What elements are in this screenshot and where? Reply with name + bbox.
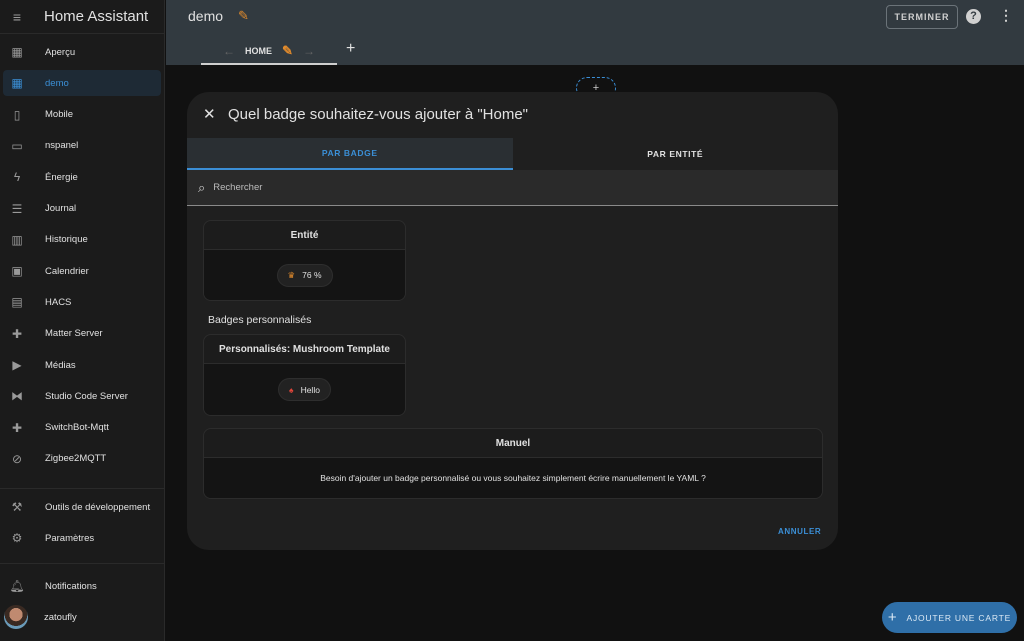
sidebar-item-label: Studio Code Server (45, 390, 128, 402)
hammer-icon: ⚒ (11, 500, 23, 514)
dashboard-title: demo (188, 8, 224, 24)
sidebar-item-label: HACS (45, 296, 72, 308)
search-bar: ⌕ (187, 170, 838, 206)
sidebar-item-label: Outils de développement (45, 501, 151, 513)
view-tab-home[interactable]: ← HOME ✎ → (201, 38, 337, 65)
move-right-arrow-icon[interactable]: → (303, 44, 315, 58)
card-title: Personnalisés: Mushroom Template (204, 335, 405, 364)
tab-by-badge[interactable]: PAR BADGE (187, 138, 513, 170)
sidebar-divider (0, 488, 165, 489)
sidebar-item-label: zatoufly (44, 611, 77, 623)
sidebar-item-label: Notifications (45, 580, 97, 592)
sidebar-item-aper-u[interactable]: ▦ Aperçu (3, 39, 161, 65)
search-icon: ⌕ (198, 179, 206, 195)
sidebar-item-label: Médias (45, 359, 76, 371)
view-dashboard-icon: ▦ (11, 76, 23, 91)
sidebar-item-outils-de-d-veloppement[interactable]: ⚒ Outils de développement (3, 494, 161, 520)
close-icon[interactable]: ✕ (203, 105, 216, 123)
sidebar-item-calendrier[interactable]: ▣ Calendrier (3, 258, 161, 284)
sidebar-item-notifications[interactable]: 🔔︎ Notifications (3, 573, 161, 599)
sidebar-item-hacs[interactable]: ▤ HACS (3, 289, 161, 315)
badge-preview: ♠ Hello (278, 378, 331, 401)
cellphone-icon: ▯ (13, 107, 21, 122)
sidebar-item-label: Historique (45, 234, 88, 246)
move-left-arrow-icon[interactable]: ← (223, 44, 235, 58)
puzzle-icon: ✚ (11, 326, 23, 341)
sidebar-item-m-dias[interactable]: ▶ Médias (3, 352, 161, 378)
vscode-icon: ⧓ (11, 389, 23, 404)
add-view-plus-icon[interactable]: + (346, 40, 355, 58)
sidebar-item-label: Zigbee2MQTT (45, 453, 107, 465)
sidebar-item-label: demo (45, 77, 69, 89)
sidebar-item-mobile[interactable]: ▯ Mobile (3, 102, 161, 128)
add-badge-dialog: ✕ Quel badge souhaitez-vous ajouter à "H… (187, 92, 838, 550)
sidebar-item-label: nspanel (45, 140, 79, 152)
sidebar-item-historique[interactable]: ▥ Historique (3, 227, 161, 253)
entity-badge-card[interactable]: Entité ♛ 76 % (203, 220, 406, 301)
dialog-title: Quel badge souhaitez-vous ajouter à "Hom… (228, 106, 528, 123)
add-card-label: AJOUTER UNE CARTE (906, 612, 1012, 623)
sidebar-item-matter-server[interactable]: ✚ Matter Server (3, 321, 161, 347)
header: demo ✎ ← HOME ✎ → + TERMINER ? ⋮ (166, 0, 1024, 65)
sidebar-item-nspanel[interactable]: ▭ nspanel (3, 133, 161, 159)
compass-icon: ⊘ (11, 451, 23, 466)
cancel-button[interactable]: ANNULER (778, 527, 821, 536)
lightbulb-group-icon: ♛ (287, 269, 296, 280)
section-title: Badges personnalisés (208, 314, 312, 326)
puzzle-icon: ✚ (11, 420, 23, 435)
plus-icon: + (887, 609, 898, 626)
sidebar-item-zigbee2mqtt[interactable]: ⊘ Zigbee2MQTT (3, 446, 161, 472)
sidebar-item-label: Matter Server (45, 328, 103, 340)
cog-icon: ⚙ (11, 531, 23, 546)
play-box-icon: ▶ (12, 358, 22, 372)
sidebar-item-switchbot-mqtt[interactable]: ✚ SwitchBot-Mqtt (3, 415, 161, 441)
sidebar-item-param-tres[interactable]: ⚙ Paramètres (3, 525, 161, 551)
manual-description: Besoin d'ajouter un badge personnalisé o… (320, 473, 706, 483)
sidebar-item-studio-code-server[interactable]: ⧓ Studio Code Server (3, 383, 161, 409)
badge-value: Hello (300, 384, 320, 395)
mushroom-icon: ♠ (289, 384, 294, 395)
badge-value: 76 % (302, 270, 322, 280)
sidebar-item-demo[interactable]: ▦ demo (3, 70, 161, 97)
sidebar-item-label: Paramètres (45, 532, 95, 544)
done-button[interactable]: TERMINER (886, 5, 958, 29)
dialog-tabs: PAR BADGE PAR ENTITÉ (187, 138, 838, 170)
app-title: Home Assistant (44, 8, 149, 25)
sidebar-divider (0, 563, 165, 564)
tab-by-entity[interactable]: PAR ENTITÉ (513, 138, 839, 170)
bell-icon: 🔔︎ (9, 579, 25, 593)
sidebar: ≡ Home Assistant ▦ Aperçu ▦ demo ▯ Mobile ▭ nsp… (0, 0, 165, 641)
sidebar-item-label: Journal (45, 203, 77, 214)
card-title: Entité (204, 221, 405, 250)
add-card-button[interactable]: + AJOUTER UNE CARTE (882, 602, 1017, 633)
calendar-icon: ▣ (11, 264, 23, 279)
sidebar-item-label: Mobile (45, 109, 73, 121)
lightning-icon: ϟ (13, 170, 21, 185)
tablet-icon: ▭ (11, 138, 23, 153)
view-dashboard-icon: ▦ (11, 45, 23, 59)
view-tab-label: HOME (245, 45, 273, 56)
avatar (4, 605, 28, 629)
help-icon[interactable]: ? (966, 9, 981, 24)
hacs-icon: ▤ (11, 295, 23, 310)
sidebar-header: ≡ Home Assistant (0, 0, 164, 34)
chart-box-icon: ▥ (11, 232, 23, 247)
list-icon: ☰ (11, 201, 23, 216)
more-vert-icon[interactable]: ⋮ (999, 7, 1013, 24)
badge-preview: ♛ 76 % (276, 263, 333, 287)
sidebar-item--nergie[interactable]: ϟ Énergie (3, 164, 161, 190)
sidebar-item-label: Calendrier (45, 265, 89, 277)
sidebar-item-label: Aperçu (45, 46, 76, 58)
sidebar-item-journal[interactable]: ☰ Journal (3, 196, 161, 222)
sidebar-item-user[interactable]: zatoufly (3, 604, 161, 630)
sidebar-item-label: Énergie (45, 171, 78, 183)
edit-view-pencil-icon[interactable]: ✎ (282, 43, 293, 59)
menu-collapse-icon[interactable]: ≡ (0, 9, 34, 25)
mushroom-template-badge-card[interactable]: Personnalisés: Mushroom Template ♠ Hello (203, 334, 406, 416)
search-input[interactable] (213, 182, 714, 193)
sidebar-item-label: SwitchBot-Mqtt (45, 422, 109, 434)
manual-badge-card[interactable]: Manuel Besoin d'ajouter un badge personn… (203, 428, 823, 499)
edit-dashboard-pencil-icon[interactable]: ✎ (238, 8, 249, 24)
card-title: Manuel (204, 429, 822, 458)
